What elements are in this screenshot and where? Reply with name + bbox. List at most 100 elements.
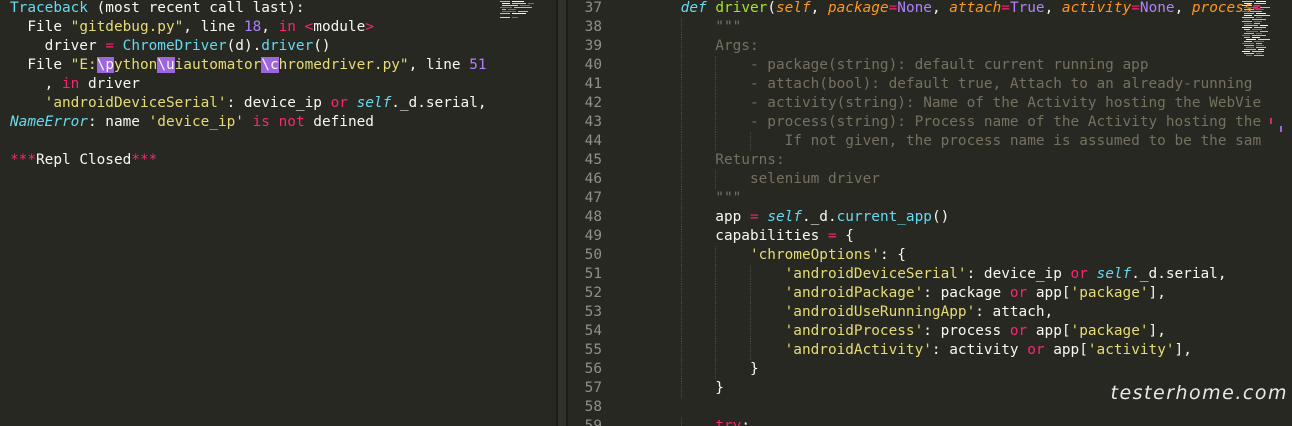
code-token: - activity(string): Name of the Activity… — [646, 95, 1262, 111]
code-line[interactable]: 'androidDeviceSerial': device_ip or self… — [0, 94, 556, 113]
code-token: ], — [1174, 342, 1192, 358]
code-token: < — [304, 19, 314, 35]
code-token: 'androidPackage' — [784, 285, 924, 301]
code-line[interactable]: File "gitdebug.py", line 18, in <module> — [0, 18, 556, 37]
code-line[interactable]: File "E:\python\uiautomator\chromedriver… — [0, 56, 556, 75]
code-line[interactable]: 42 - activity(string): Name of the Activ… — [568, 94, 1292, 113]
code-token: 'androidProcess' — [784, 323, 924, 339]
code-line[interactable]: , in driver — [0, 75, 556, 94]
code-line[interactable]: 40 - package(string): default current ru… — [568, 56, 1292, 75]
code-line[interactable] — [0, 132, 556, 151]
minimap-mark — [1244, 29, 1250, 30]
code-token: "gitdebug.py" — [70, 19, 184, 35]
code-line[interactable]: 45 Returns: — [568, 151, 1292, 170]
code-line[interactable]: 50 'chromeOptions': { — [568, 246, 1292, 265]
pane-divider[interactable] — [556, 0, 568, 426]
code-token: () — [931, 209, 950, 225]
code-token: or — [1009, 285, 1028, 301]
code-line[interactable]: driver = ChromeDriver(d).driver() — [0, 37, 556, 56]
code-token: } — [646, 361, 759, 377]
minimap-mark — [1254, 3, 1266, 4]
code-line[interactable]: Traceback (most recent call last): — [0, 0, 556, 18]
code-token: , line — [408, 57, 470, 73]
code-line[interactable]: 49 capabilities = { — [568, 227, 1292, 246]
minimap-mark — [1256, 45, 1264, 46]
code-text: - activity(string): Name of the Activity… — [646, 94, 1261, 113]
code-line[interactable]: 43 - process(string): Process name of th… — [568, 113, 1292, 132]
code-line[interactable]: 37 def driver(self, package=None, attach… — [568, 0, 1292, 18]
code-line[interactable]: ***Repl Closed*** — [0, 151, 556, 170]
code-line[interactable]: NameError: name 'device_ip' is not defin… — [0, 113, 556, 132]
minimap-mark — [512, 3, 526, 4]
minimap-mark — [1242, 51, 1250, 52]
code-token: \p — [96, 57, 114, 73]
code-text: Returns: — [646, 151, 784, 170]
minimap-mark — [1254, 5, 1260, 6]
repl-output-pane[interactable]: Traceback (most recent call last): File … — [0, 0, 556, 426]
code-token: ython — [113, 57, 158, 73]
line-number: 39 — [584, 38, 602, 54]
minimap-mark — [528, 3, 534, 4]
code-line[interactable]: 55 'androidActivity': activity or app['a… — [568, 341, 1292, 360]
code-line[interactable]: 38 """ — [568, 18, 1292, 37]
code-token: self — [775, 0, 811, 16]
code-token: File — [10, 57, 71, 73]
code-token: self — [1096, 266, 1132, 282]
code-text: } — [646, 360, 759, 379]
code-token: app[ — [1044, 342, 1088, 358]
code-token: "E: — [70, 57, 97, 73]
code-token: File — [10, 19, 71, 35]
code-token: current_app — [836, 209, 932, 225]
code-token: driver — [715, 0, 768, 16]
code-token: ChromeDriver — [122, 38, 227, 54]
minimap[interactable] — [500, 0, 554, 20]
code-line[interactable]: 47 """ — [568, 189, 1292, 208]
scrollbar-marker — [1280, 126, 1282, 132]
code-line[interactable]: 56 } — [568, 360, 1292, 379]
code-token: (d). — [226, 38, 262, 54]
minimap-mark — [1244, 25, 1258, 26]
line-number: 59 — [584, 418, 602, 426]
code-text: app = self._d.current_app() — [646, 208, 949, 227]
minimap-mark — [1242, 5, 1252, 6]
code-line[interactable]: 52 'androidPackage': package or app['pac… — [568, 284, 1292, 303]
code-token: selenium driver — [646, 171, 880, 187]
code-text: - process(string): Process name of the A… — [646, 113, 1261, 132]
code-text: 'chromeOptions': { — [646, 246, 906, 265]
code-text: 'androidUseRunningApp': attach, — [646, 303, 1054, 322]
minimap-mark — [502, 3, 510, 4]
code-line[interactable]: 41 - attach(bool): default true, Attach … — [568, 75, 1292, 94]
minimap-mark — [1244, 45, 1254, 46]
code-token: : { — [879, 247, 906, 263]
code-token: : process — [923, 323, 1010, 339]
code-line[interactable]: 46 selenium driver — [568, 170, 1292, 189]
code-token: 'chromeOptions' — [749, 247, 880, 263]
minimap-mark — [1254, 15, 1270, 16]
code-token: """ — [646, 19, 742, 35]
code-token: : package — [923, 285, 1010, 301]
code-line[interactable]: 48 app = self._d.current_app() — [568, 208, 1292, 227]
line-number: 58 — [584, 399, 602, 415]
code-text: driver = ChromeDriver(d).driver() — [10, 37, 331, 56]
minimap-mark — [1252, 37, 1260, 38]
minimap[interactable] — [1242, 0, 1290, 58]
code-line[interactable]: 44 If not given, the process name is ass… — [568, 132, 1292, 151]
code-line[interactable]: 51 'androidDeviceSerial': device_ip or s… — [568, 265, 1292, 284]
minimap-mark — [1244, 33, 1254, 34]
code-line[interactable]: 39 Args: — [568, 37, 1292, 56]
code-token: ._d. — [801, 209, 837, 225]
code-token: *** — [131, 152, 158, 168]
code-token: = — [749, 209, 759, 225]
code-line[interactable]: 54 'androidProcess': process or app['pac… — [568, 322, 1292, 341]
code-token: None — [1139, 0, 1175, 16]
line-number: 42 — [584, 95, 602, 111]
code-line[interactable]: 59 try: — [568, 417, 1292, 426]
code-token: (most recent call last): — [87, 0, 305, 16]
code-editor-pane[interactable]: 37 def driver(self, package=None, attach… — [568, 0, 1292, 426]
pane-divider-handle[interactable] — [558, 0, 566, 426]
code-line[interactable]: 53 'androidUseRunningApp': attach, — [568, 303, 1292, 322]
